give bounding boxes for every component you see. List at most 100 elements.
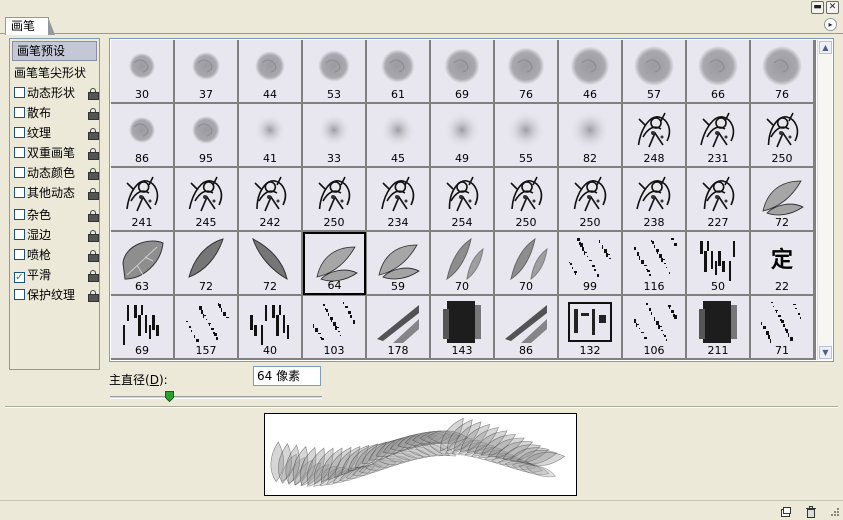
brush-preset-cell[interactable]: 99 <box>559 232 622 295</box>
brush-preset-cell[interactable]: 44 <box>239 40 302 103</box>
brush-preset-cell[interactable]: 49 <box>431 104 494 167</box>
lock-icon[interactable] <box>88 290 99 302</box>
brush-preset-cell[interactable]: 定 22 <box>751 232 814 295</box>
brush-preset-cell[interactable]: 250 <box>559 168 622 231</box>
brush-option-item[interactable]: 纹理 <box>14 124 99 143</box>
brush-preset-cell[interactable]: 143 <box>431 296 494 359</box>
lock-icon[interactable] <box>88 128 99 140</box>
brush-option-item[interactable]: 喷枪 <box>14 246 99 265</box>
brush-preset-cell[interactable]: 238 <box>623 168 686 231</box>
brush-preset-cell[interactable]: 63 <box>111 232 174 295</box>
option-checkbox[interactable] <box>14 127 25 138</box>
brush-preset-cell[interactable]: 69 <box>111 296 174 359</box>
brush-preset-cell[interactable]: 250 <box>751 104 814 167</box>
brush-preset-cell[interactable]: 64 <box>303 232 366 295</box>
brush-preset-cell[interactable]: 40 <box>239 296 302 359</box>
brush-preset-cell[interactable]: 178 <box>367 296 430 359</box>
brush-option-item[interactable]: 杂色 <box>14 206 99 225</box>
brush-preset-cell[interactable]: 95 <box>175 104 238 167</box>
brush-preset-cell[interactable]: 103 <box>303 296 366 359</box>
option-checkbox[interactable] <box>14 229 25 240</box>
brush-preset-cell[interactable]: 33 <box>303 104 366 167</box>
tab-brushes[interactable]: 画笔 <box>5 17 55 35</box>
option-checkbox[interactable]: ✓ <box>14 272 25 283</box>
brush-preset-cell[interactable]: 250 <box>495 168 558 231</box>
brush-option-item[interactable]: 其他动态 <box>14 184 99 203</box>
brush-preset-cell[interactable]: 69 <box>431 40 494 103</box>
brush-preset-cell[interactable]: 37 <box>175 40 238 103</box>
brush-option-item[interactable]: 双重画笔 <box>14 144 99 163</box>
option-checkbox[interactable] <box>14 249 25 260</box>
brush-preset-cell[interactable]: 82 <box>559 104 622 167</box>
lock-icon[interactable] <box>88 148 99 160</box>
brush-preset-cell[interactable]: 50 <box>687 232 750 295</box>
lock-icon[interactable] <box>88 250 99 262</box>
scroll-up-icon[interactable]: ▲ <box>819 41 832 54</box>
brush-preset-cell[interactable]: 86 <box>111 104 174 167</box>
new-preset-icon[interactable] <box>780 506 792 518</box>
brush-preset-cell[interactable]: 71 <box>751 296 814 359</box>
brush-preset-cell[interactable]: 254 <box>431 168 494 231</box>
lock-icon[interactable] <box>88 88 99 100</box>
scroll-down-icon[interactable]: ▼ <box>819 346 832 359</box>
brush-tip-shape-item[interactable]: 画笔笔尖形状 <box>14 64 98 83</box>
brush-preset-cell[interactable]: 241 <box>111 168 174 231</box>
lock-icon[interactable] <box>88 270 99 282</box>
brush-preset-cell[interactable]: 72 <box>175 232 238 295</box>
brush-preset-cell[interactable]: 86 <box>495 296 558 359</box>
brush-preset-cell[interactable]: 57 <box>623 40 686 103</box>
option-checkbox[interactable] <box>14 167 25 178</box>
brush-preset-cell[interactable]: 245 <box>175 168 238 231</box>
brush-preset-cell[interactable]: 157 <box>175 296 238 359</box>
option-checkbox[interactable] <box>14 187 25 198</box>
brush-preset-cell[interactable]: 76 <box>751 40 814 103</box>
brush-preset-cell[interactable]: 55 <box>495 104 558 167</box>
lock-icon[interactable] <box>88 210 99 222</box>
brush-option-item[interactable]: 湿边 <box>14 226 99 245</box>
diameter-input[interactable]: 64 像素 <box>253 366 321 386</box>
brush-preset-cell[interactable]: 250 <box>303 168 366 231</box>
option-checkbox[interactable] <box>14 209 25 220</box>
lock-icon[interactable] <box>88 168 99 180</box>
resize-grip-icon[interactable] <box>828 506 840 518</box>
trash-icon[interactable] <box>805 506 817 518</box>
brush-preset-cell[interactable]: 106 <box>623 296 686 359</box>
brush-preset-cell[interactable]: 61 <box>367 40 430 103</box>
brush-option-item[interactable]: ✓ 平滑 <box>14 266 99 285</box>
brush-preset-cell[interactable]: 231 <box>687 104 750 167</box>
brush-preset-cell[interactable]: 227 <box>687 168 750 231</box>
lock-icon[interactable] <box>88 230 99 242</box>
option-checkbox[interactable] <box>14 107 25 118</box>
brush-preset-cell[interactable]: 72 <box>751 168 814 231</box>
slider-thumb-icon[interactable] <box>165 391 175 402</box>
diameter-slider[interactable] <box>110 396 322 399</box>
panel-menu-icon[interactable]: ▸ <box>824 18 837 31</box>
brush-option-item[interactable]: 保护纹理 <box>14 286 99 305</box>
brush-preset-cell[interactable]: 30 <box>111 40 174 103</box>
brush-preset-cell[interactable]: 248 <box>623 104 686 167</box>
lock-icon[interactable] <box>88 108 99 120</box>
brush-preset-cell[interactable]: 234 <box>367 168 430 231</box>
brush-preset-cell[interactable]: 72 <box>239 232 302 295</box>
brush-preset-cell[interactable]: 59 <box>367 232 430 295</box>
option-checkbox[interactable] <box>14 147 25 158</box>
brush-preset-cell[interactable]: 45 <box>367 104 430 167</box>
option-checkbox[interactable] <box>14 289 25 300</box>
brush-preset-cell[interactable]: 66 <box>687 40 750 103</box>
close-icon[interactable]: ✕ <box>826 1 839 14</box>
minimize-icon[interactable]: ▬ <box>811 1 824 14</box>
brush-preset-cell[interactable]: 211 <box>687 296 750 359</box>
lock-icon[interactable] <box>88 188 99 200</box>
grid-scrollbar[interactable]: ▲ ▼ <box>817 40 832 360</box>
brush-preset-cell[interactable]: 132 <box>559 296 622 359</box>
brush-preset-cell[interactable]: 46 <box>559 40 622 103</box>
brush-preset-cell[interactable]: 70 <box>495 232 558 295</box>
option-checkbox[interactable] <box>14 87 25 98</box>
brush-preset-cell[interactable]: 41 <box>239 104 302 167</box>
brush-option-item[interactable]: 动态形状 <box>14 84 99 103</box>
brush-preset-cell[interactable]: 76 <box>495 40 558 103</box>
brush-option-item[interactable]: 散布 <box>14 104 99 123</box>
brush-preset-cell[interactable]: 70 <box>431 232 494 295</box>
brush-preset-cell[interactable]: 53 <box>303 40 366 103</box>
brush-option-item[interactable]: 动态颜色 <box>14 164 99 183</box>
